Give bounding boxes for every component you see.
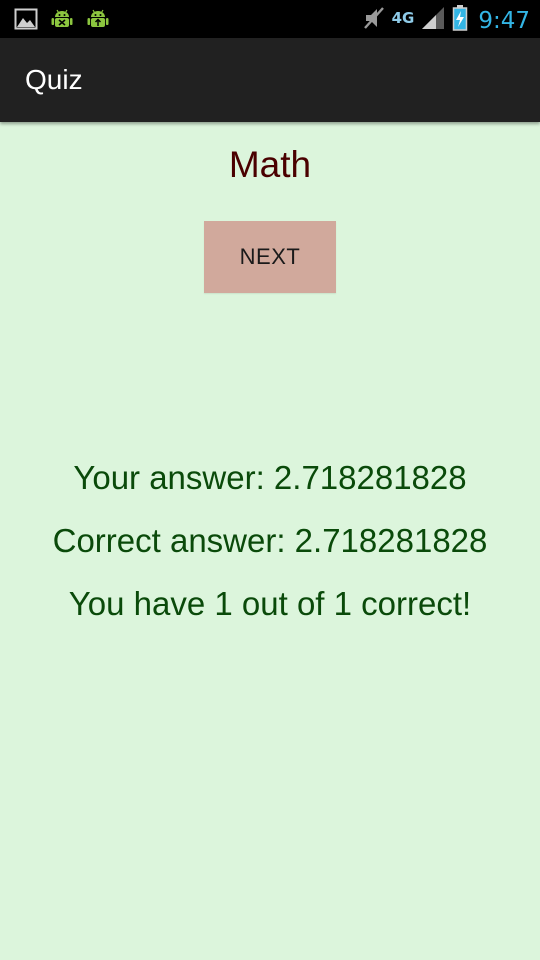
action-bar: Quiz — [0, 38, 540, 122]
notification-icons — [14, 7, 110, 36]
android-usb-icon — [86, 7, 110, 36]
correct-answer-text: Correct answer: 2.718281828 — [52, 522, 488, 559]
next-button[interactable]: NEXT — [204, 221, 336, 293]
battery-icon — [452, 4, 468, 37]
score-text: You have 1 out of 1 correct! — [68, 585, 472, 622]
subject-title: Math — [228, 144, 312, 185]
status-time: 9:47 — [478, 7, 530, 34]
network-type-label: 4G — [391, 8, 415, 27]
status-bar: 4G 9:47 — [0, 0, 540, 38]
android-debug-icon — [50, 7, 74, 36]
mute-icon — [362, 5, 386, 36]
app-title: Quiz — [25, 64, 83, 95]
system-icons: 4G 9:47 — [362, 4, 530, 37]
your-answer-text: Your answer: 2.718281828 — [73, 459, 467, 496]
signal-icon — [420, 5, 446, 36]
image-icon — [14, 7, 38, 36]
